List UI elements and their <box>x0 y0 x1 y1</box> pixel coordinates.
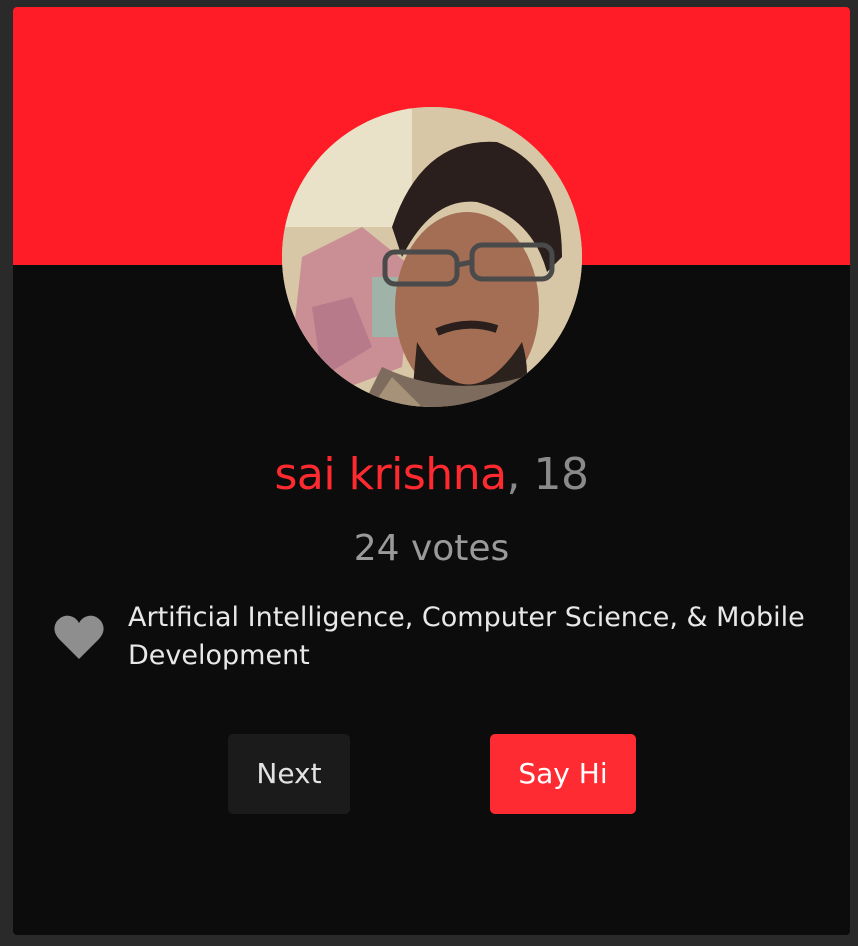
name-line: sai krishna, 18 <box>13 447 850 503</box>
profile-age: , 18 <box>506 449 589 500</box>
avatar <box>282 107 582 407</box>
say-hi-button[interactable]: Say Hi <box>490 734 636 814</box>
next-button[interactable]: Next <box>228 734 350 814</box>
heart-icon <box>53 613 105 661</box>
avatar-photo <box>282 107 582 407</box>
profile-name: sai krishna <box>274 449 507 500</box>
profile-card: sai krishna, 18 24 votes Artificial Inte… <box>13 7 850 935</box>
interests-text: Artificial Intelligence, Computer Scienc… <box>128 602 805 671</box>
vote-count: 24 votes <box>353 528 510 569</box>
